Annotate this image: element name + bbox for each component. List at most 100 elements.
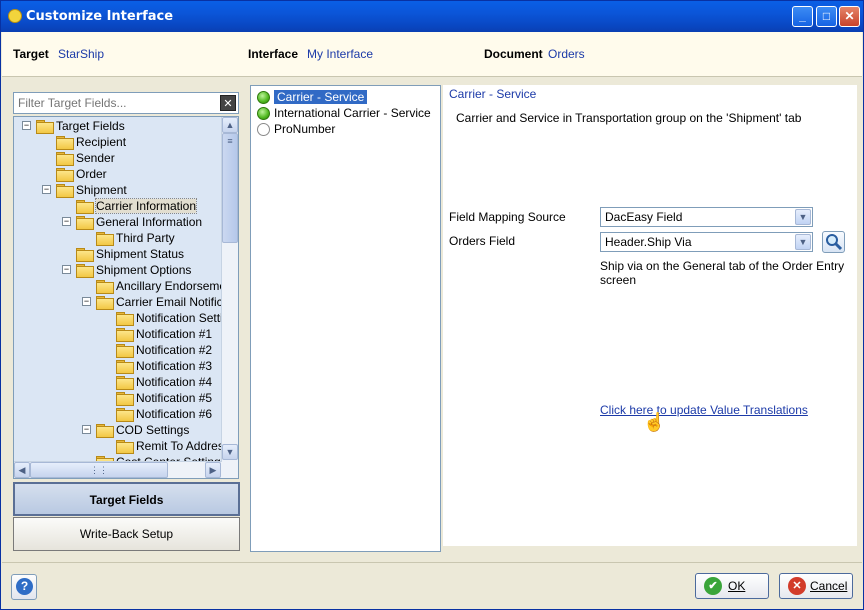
tree-item[interactable]: Ancillary Endorsement [96, 278, 236, 294]
interface-value: My Interface [307, 47, 374, 61]
tree-item[interactable]: Recipient [56, 134, 126, 150]
tree-item[interactable]: − Carrier Email Notificatio [82, 294, 238, 310]
tree-item-label: Notification #1 [136, 327, 213, 341]
unmapped-status-icon [257, 123, 270, 136]
mapping-list-item-label: Carrier - Service [274, 90, 368, 104]
tree-item-label: Remit To Address [136, 439, 230, 453]
mapping-list-item-label: International Carrier - Service [274, 106, 431, 120]
write-back-setup-button[interactable]: Write-Back Setup [13, 517, 240, 551]
tree-item[interactable]: Notification #5 [116, 390, 212, 406]
orders-field-select[interactable]: Header.Ship Via ▼ [600, 232, 813, 252]
checkmark-icon: ✔ [704, 577, 722, 595]
target-fields-button[interactable]: Target Fields [13, 482, 240, 516]
detail-description: Carrier and Service in Transportation gr… [456, 111, 802, 125]
clear-filter-icon[interactable]: ✕ [220, 95, 236, 111]
tree-item[interactable]: − Shipment Options [62, 262, 192, 278]
tree-item[interactable]: Order [56, 166, 107, 182]
window-title: Customize Interface [26, 9, 174, 24]
tree-vertical-scrollbar[interactable]: ▲ ≡ ▼ [221, 117, 238, 478]
tree-item[interactable]: Remit To Address [116, 438, 230, 454]
folder-icon [56, 152, 74, 166]
cancel-button[interactable]: ✕ Cancel [779, 573, 853, 599]
tree-item[interactable]: Carrier Information [76, 198, 198, 214]
field-mapping-list: Carrier - Service International Carrier -… [250, 85, 441, 552]
collapse-icon[interactable]: − [22, 121, 31, 130]
filter-target-fields-input[interactable] [16, 95, 212, 111]
document-value: Orders [548, 47, 585, 61]
close-icon[interactable]: ✕ [839, 6, 860, 27]
scroll-up-icon[interactable]: ▲ [222, 117, 238, 133]
ok-button[interactable]: ✔ OK [695, 573, 769, 599]
tree-item-label: Notification #4 [136, 375, 213, 389]
detail-header: Carrier - Service [449, 87, 537, 101]
chevron-down-icon[interactable]: ▼ [795, 209, 811, 225]
collapse-icon[interactable]: − [62, 265, 71, 274]
search-button[interactable] [822, 231, 845, 253]
tree-item-label: Sender [76, 151, 115, 165]
tree-horizontal-scrollbar[interactable]: ◀ ⋮⋮ ▶ [14, 461, 222, 478]
hscroll-thumb[interactable]: ⋮⋮ [30, 462, 168, 478]
tree-item-label: COD Settings [116, 423, 190, 437]
mapping-list-item[interactable]: ProNumber [257, 121, 335, 137]
help-icon: ? [16, 578, 33, 595]
target-fields-panel: ✕ Cost Center SettingsRemit To Address−C… [9, 85, 243, 552]
collapse-icon[interactable]: − [62, 217, 71, 226]
document-label: Document [484, 47, 543, 61]
customize-interface-window: Customize Interface _ □ ✕ Target StarShi… [0, 0, 864, 610]
help-button[interactable]: ? [11, 574, 37, 600]
folder-icon [56, 168, 74, 182]
tree-item[interactable]: Notification #3 [116, 358, 212, 374]
scroll-thumb[interactable]: ≡ [222, 133, 238, 243]
update-value-translations-link[interactable]: Click here to update Value Translations [600, 403, 808, 417]
folder-icon [96, 296, 114, 310]
collapse-icon[interactable]: − [82, 297, 91, 306]
orders-field-value: Header.Ship Via [605, 235, 692, 249]
info-bar: Target StarShip Interface My Interface D… [2, 32, 862, 77]
tree-item-label: Recipient [76, 135, 127, 149]
dialog-footer: ? ✔ OK ✕ Cancel [2, 562, 862, 609]
tree-item-label: Notification #6 [136, 407, 213, 421]
folder-icon [36, 120, 54, 134]
target-value: StarShip [58, 47, 105, 61]
tree-item-label: Third Party [116, 231, 175, 245]
folder-icon [116, 376, 134, 390]
folder-icon [56, 136, 74, 150]
chevron-down-icon[interactable]: ▼ [795, 234, 811, 250]
scroll-down-icon[interactable]: ▼ [222, 444, 238, 460]
tree-item-label: Shipment Options [96, 263, 192, 277]
tree-item-label: Carrier Information [94, 198, 198, 214]
tree-item[interactable]: − Target Fields [22, 118, 125, 134]
scroll-right-icon[interactable]: ▶ [205, 462, 221, 478]
tree-item[interactable]: − General Information [62, 214, 203, 230]
mapping-list-item[interactable]: Carrier - Service [257, 89, 368, 105]
mapping-list-item[interactable]: International Carrier - Service [257, 105, 431, 121]
mapped-status-icon [257, 107, 270, 120]
tree-item-label: General Information [96, 215, 203, 229]
field-mapping-source-label: Field Mapping Source [449, 210, 566, 224]
tree-item[interactable]: Notification #4 [116, 374, 212, 390]
cancel-label: Cancel [810, 579, 848, 593]
mapped-status-icon [257, 91, 270, 104]
mapping-list-item-label: ProNumber [274, 122, 336, 136]
folder-icon [116, 344, 134, 358]
tree-item[interactable]: − Shipment [42, 182, 127, 198]
tree-item[interactable]: Notification Setting [116, 310, 236, 326]
collapse-icon[interactable]: − [42, 185, 51, 194]
filter-box: ✕ [13, 92, 239, 114]
tree-item[interactable]: Third Party [96, 230, 175, 246]
search-icon [826, 234, 843, 251]
tree-item[interactable]: Shipment Status [76, 246, 184, 262]
title-bar: Customize Interface _ □ ✕ [1, 1, 863, 32]
mapping-detail-panel: Carrier - Service Carrier and Service in… [443, 85, 857, 546]
tree-item[interactable]: − COD Settings [82, 422, 190, 438]
field-mapping-source-select[interactable]: DacEasy Field ▼ [600, 207, 813, 227]
collapse-icon[interactable]: − [82, 425, 91, 434]
tree-item[interactable]: Sender [56, 150, 115, 166]
tree-item-label: Shipment [76, 183, 127, 197]
tree-item[interactable]: Notification #2 [116, 342, 212, 358]
tree-item[interactable]: Notification #6 [116, 406, 212, 422]
scroll-left-icon[interactable]: ◀ [14, 462, 30, 478]
tree-item[interactable]: Notification #1 [116, 326, 212, 342]
maximize-icon[interactable]: □ [816, 6, 837, 27]
minimize-icon[interactable]: _ [792, 6, 813, 27]
